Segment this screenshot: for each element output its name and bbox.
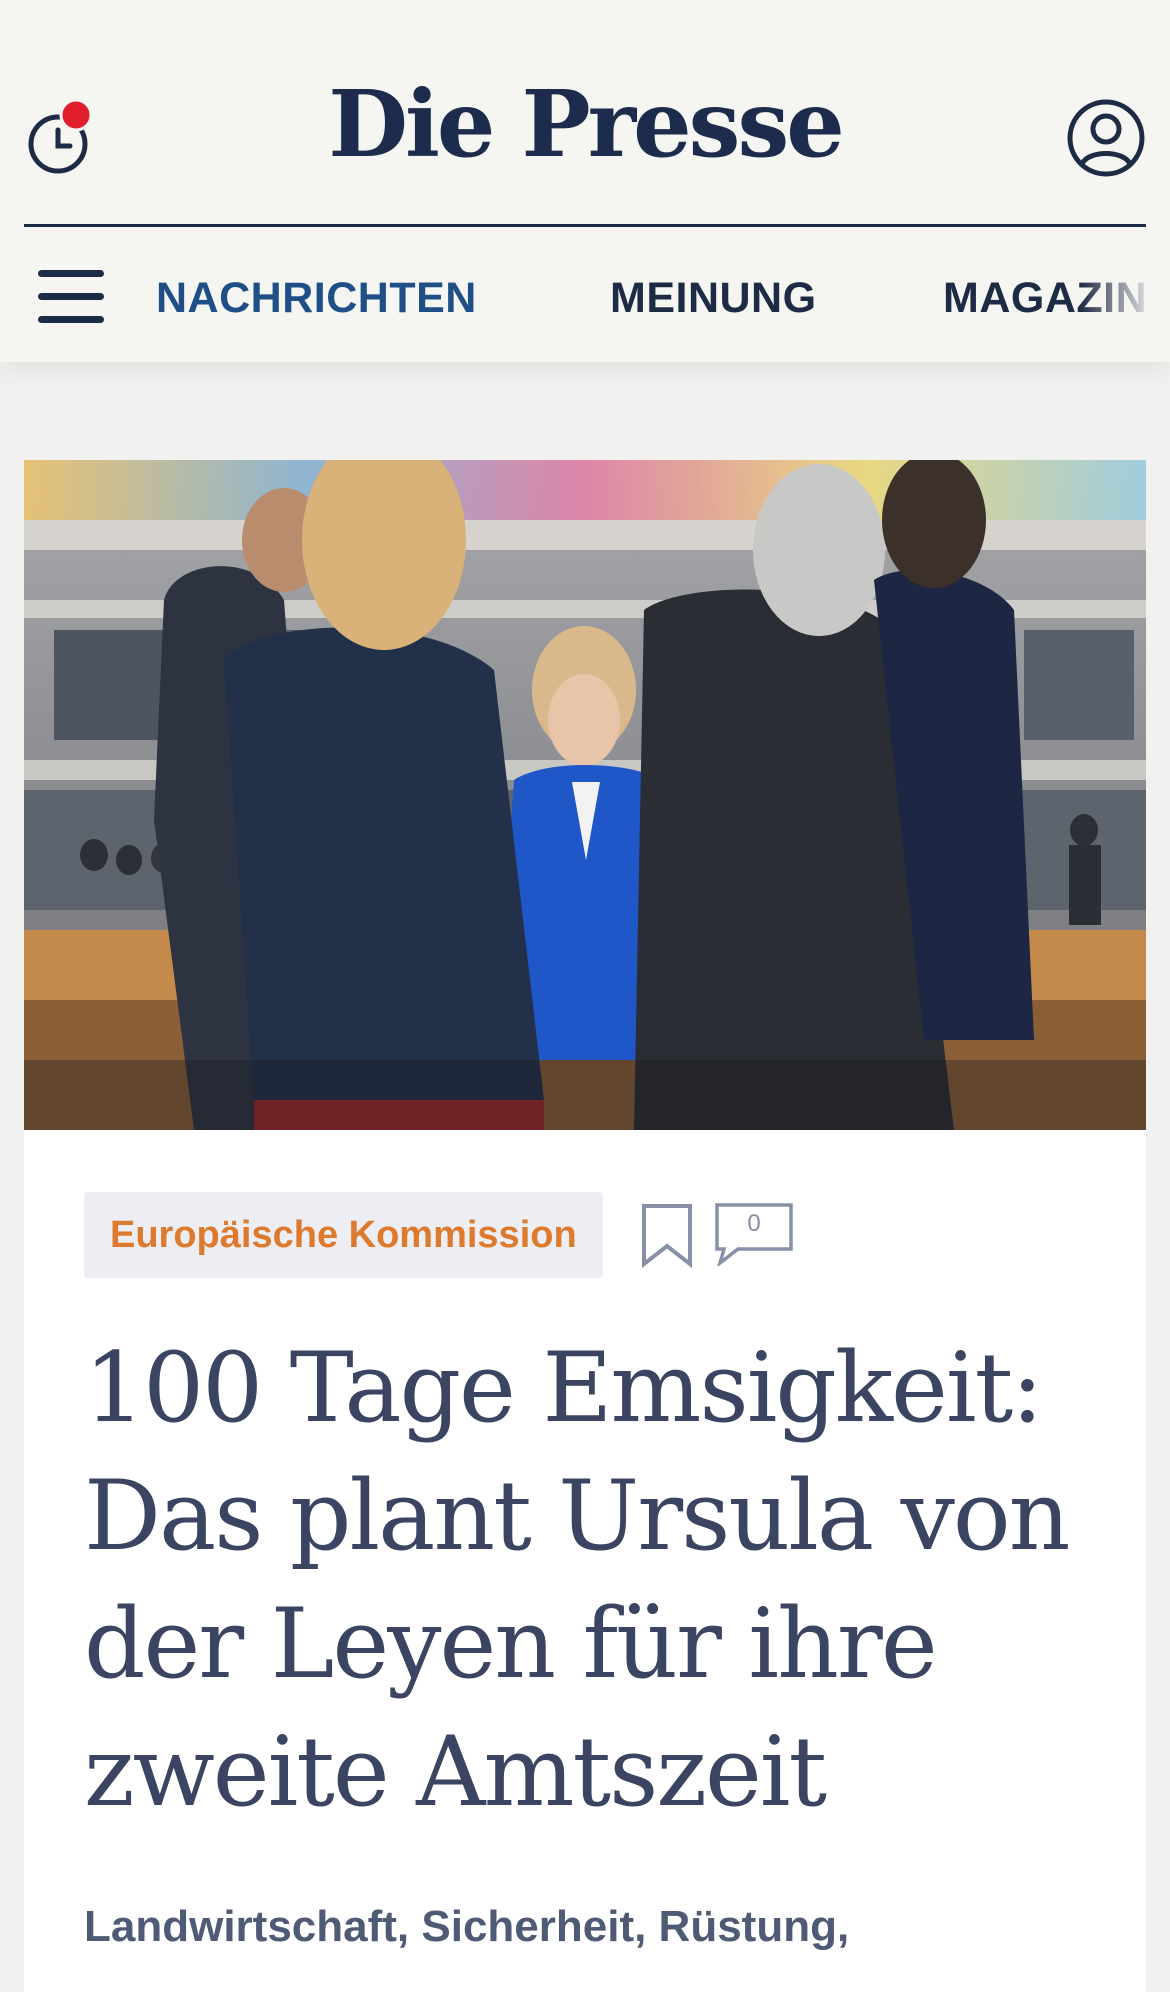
menu-bar <box>38 316 104 323</box>
article-headline[interactable]: 100 Tage Emsigkeit: Das plant Ursula von… <box>84 1324 1094 1836</box>
main-navigation: NACHRICHTEN MEINUNG MAGAZIN <box>0 270 1170 330</box>
comments-button[interactable]: 0 <box>714 1202 794 1268</box>
article-card: Europäische Kommission 0 100 Tage Emsigk… <box>24 460 1146 1992</box>
site-header: Die Presse NACHRICHTEN MEINUNG MAGAZIN <box>0 0 1170 362</box>
nav-item-meinung[interactable]: MEINUNG <box>610 270 817 326</box>
hero-photo <box>24 460 1146 1130</box>
bookmark-icon <box>642 1204 692 1269</box>
hamburger-menu-icon[interactable] <box>38 270 106 324</box>
comment-count: 0 <box>747 1210 761 1237</box>
nav-item-nachrichten[interactable]: NACHRICHTEN <box>156 270 477 326</box>
nav-scroll-fade <box>1080 270 1170 330</box>
bookmark-button[interactable] <box>640 1202 694 1269</box>
menu-bar <box>38 270 104 277</box>
article-hero-image[interactable] <box>24 460 1146 1130</box>
user-icon <box>1067 99 1145 177</box>
site-logo[interactable]: Die Presse <box>0 78 1170 170</box>
menu-bar <box>38 293 104 300</box>
article-keywords: Landwirtschaft, Sicherheit, Rüstung, <box>84 1902 850 1951</box>
category-tag[interactable]: Europäische Kommission <box>84 1192 603 1278</box>
header-divider <box>24 224 1146 227</box>
account-button[interactable] <box>1066 98 1146 178</box>
